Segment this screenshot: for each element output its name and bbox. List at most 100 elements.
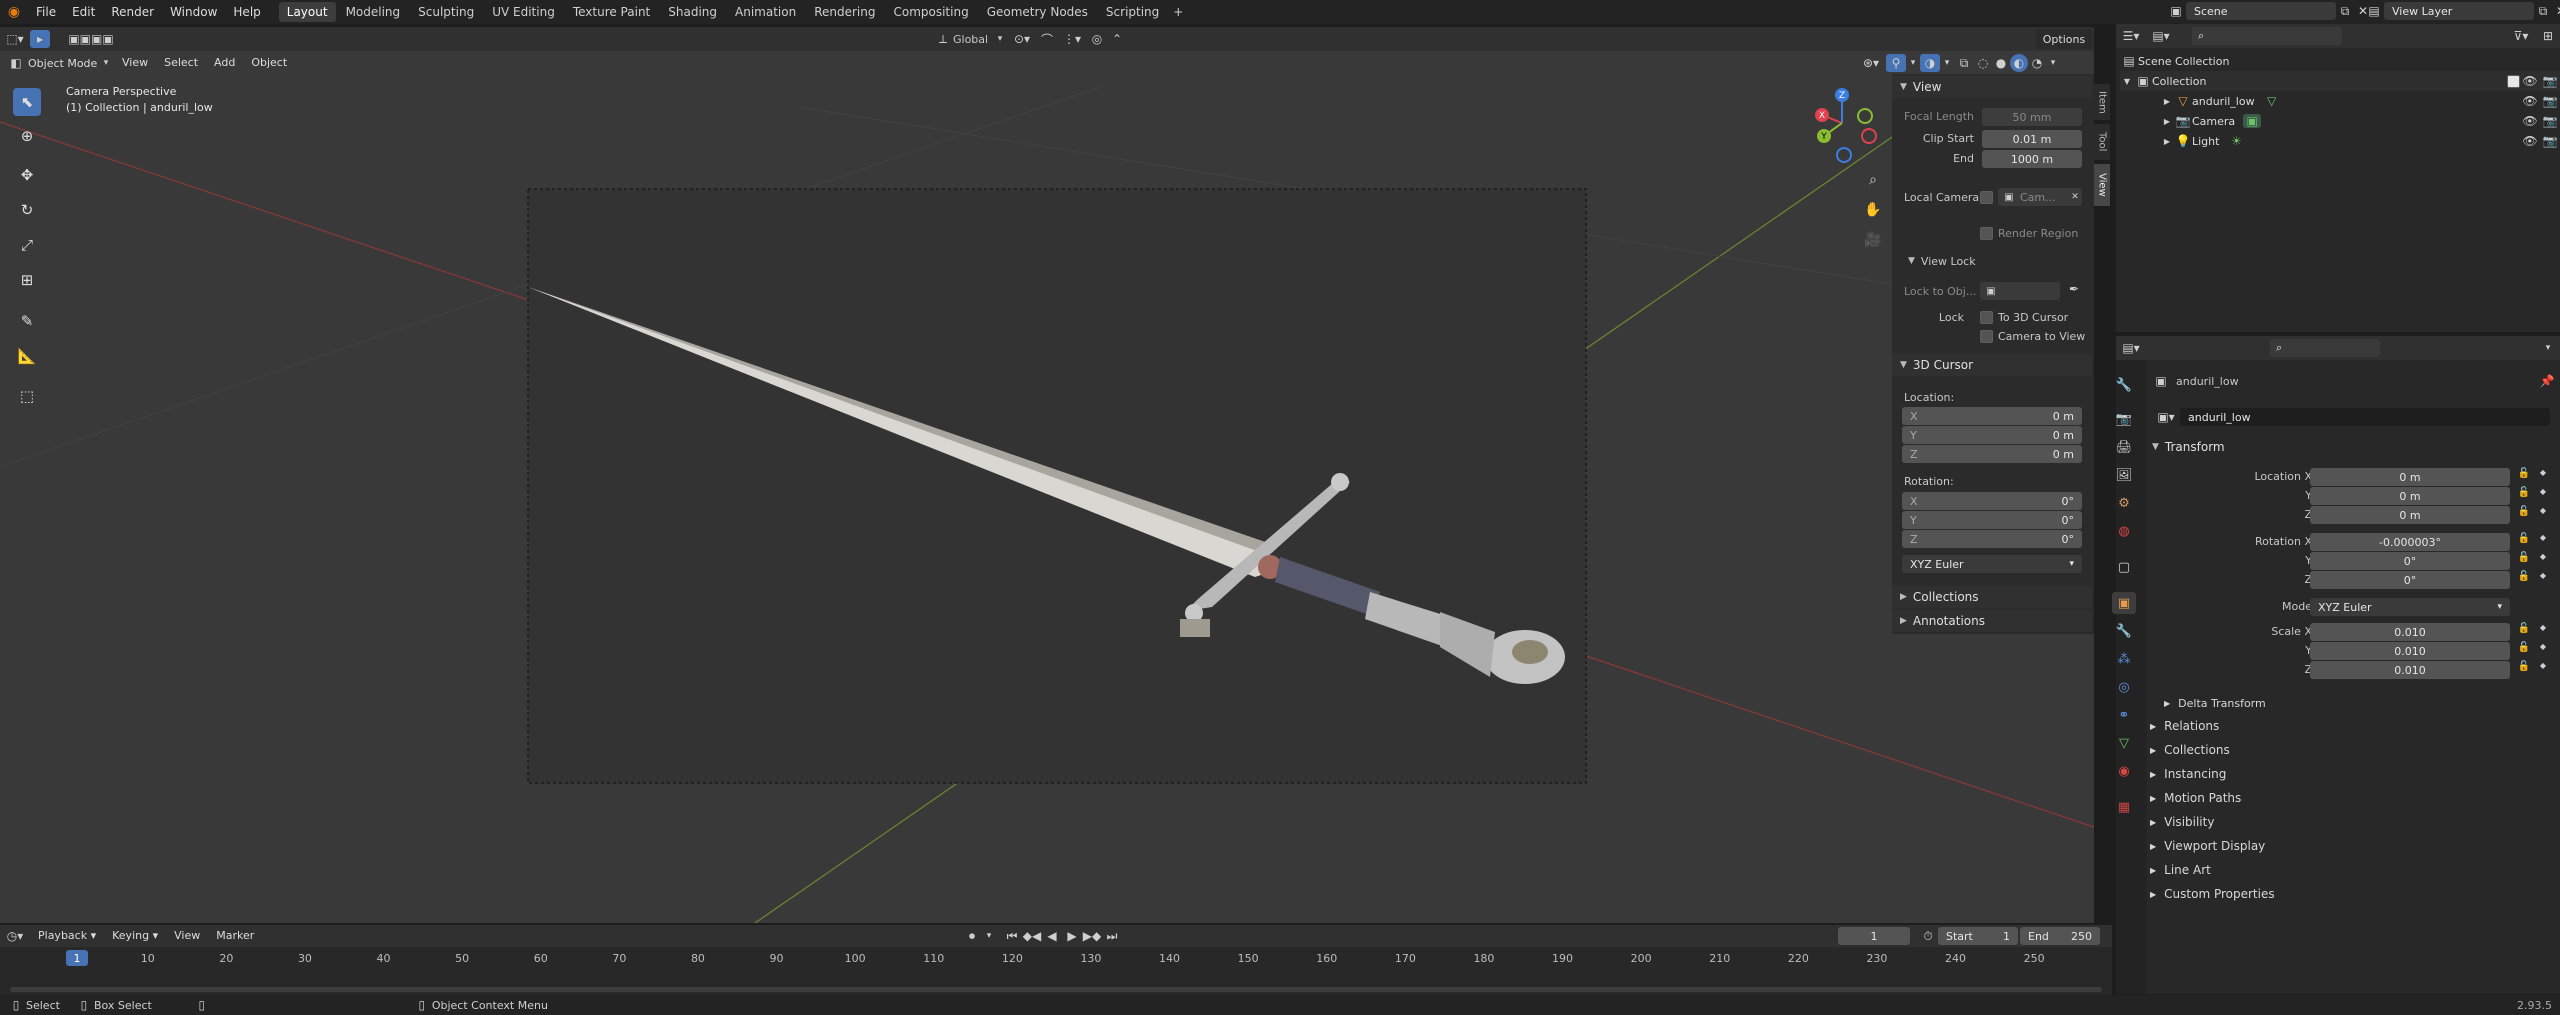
menu-window[interactable]: Window bbox=[162, 0, 225, 24]
overlay-toggle-icon[interactable]: ◑ bbox=[1920, 54, 1940, 72]
timeline-menu-marker[interactable]: Marker bbox=[208, 925, 262, 947]
play-reverse-icon[interactable]: ◀ bbox=[1042, 929, 1062, 943]
object-properties-tab-icon[interactable]: ▣ bbox=[2112, 592, 2136, 614]
record-icon[interactable]: ⏺ bbox=[962, 929, 982, 944]
lock-icon[interactable]: 🔓 bbox=[2516, 552, 2532, 563]
view-panel-header[interactable]: ▼ View bbox=[1892, 76, 2092, 98]
tab-shading[interactable]: Shading bbox=[660, 2, 725, 22]
line-art-section-header[interactable]: ▶ Line Art bbox=[2150, 859, 2211, 881]
eye-icon[interactable]: 👁 bbox=[2520, 114, 2540, 128]
wireframe-shading-icon[interactable]: ◌ bbox=[1974, 56, 1992, 70]
scale-x-field[interactable]: 0.010 bbox=[2310, 623, 2510, 641]
object-browse-icon[interactable]: ▣▾ bbox=[2152, 410, 2180, 424]
new-collection-icon[interactable]: ⊞ bbox=[2536, 29, 2560, 43]
add-cube-tool-icon[interactable]: ⬚ bbox=[13, 382, 41, 410]
tab-layout[interactable]: Layout bbox=[278, 2, 336, 22]
menu-edit[interactable]: Edit bbox=[64, 0, 103, 24]
camera-render-icon[interactable]: 📷 bbox=[2540, 134, 2560, 148]
scene-properties-tab-icon[interactable]: ⚙ bbox=[2112, 492, 2136, 514]
view-lock-header[interactable]: ▼ View Lock bbox=[1900, 250, 2090, 272]
falloff-icon[interactable]: ⌃ bbox=[1107, 32, 1127, 46]
eye-icon[interactable]: 👁 bbox=[2520, 134, 2540, 148]
outliner-scene-collection[interactable]: ▤ Scene Collection bbox=[2120, 51, 2229, 71]
add-workspace-icon[interactable]: + bbox=[1169, 5, 1187, 19]
modifier-properties-tab-icon[interactable]: 🔧 bbox=[2112, 620, 2136, 642]
viewport-display-section-header[interactable]: ▶ Viewport Display bbox=[2150, 835, 2265, 857]
clip-start-field[interactable]: 0.01 m bbox=[1982, 130, 2082, 148]
annotate-tool-icon[interactable]: ✎ bbox=[13, 307, 41, 335]
navigation-gizmo[interactable]: Z X Y bbox=[1802, 83, 1882, 163]
transform-orientation-dropdown[interactable]: Global bbox=[953, 33, 993, 46]
blender-logo-icon[interactable]: ◉ bbox=[0, 4, 28, 20]
outliner-item-anduril-low[interactable]: ▶ ▽ anduril_low ▽ 👁 📷 bbox=[2160, 91, 2560, 111]
options-dropdown[interactable]: Options bbox=[2036, 29, 2092, 49]
tweak-tool-icon[interactable]: ⬉ bbox=[13, 88, 41, 116]
lock-to-object-field[interactable]: ▣ bbox=[1980, 282, 2060, 300]
prev-keyframe-icon[interactable]: ◆◀ bbox=[1022, 929, 1042, 943]
sidebar-tab-view[interactable]: View bbox=[2094, 164, 2110, 206]
lock-icon[interactable]: 🔓 bbox=[2516, 468, 2532, 479]
end-frame-field[interactable]: End 250 bbox=[2020, 927, 2100, 945]
jump-end-icon[interactable]: ⏭ bbox=[1102, 929, 1122, 944]
pin-icon[interactable]: 📌 bbox=[2538, 374, 2556, 388]
focal-length-field[interactable]: 50 mm bbox=[1982, 108, 2082, 126]
xray-icon[interactable]: ⧉ bbox=[1954, 56, 1974, 71]
gizmo-dropdown-icon[interactable]: ▾ bbox=[1906, 58, 1920, 68]
eye-icon[interactable]: 👁 bbox=[2520, 74, 2540, 88]
lock-icon[interactable]: 🔓 bbox=[2516, 487, 2532, 498]
current-frame-field[interactable]: 1 bbox=[1838, 927, 1910, 945]
tab-rendering[interactable]: Rendering bbox=[806, 2, 883, 22]
view-layer-copy-icon[interactable]: ⧉ bbox=[2534, 4, 2552, 19]
menu-file[interactable]: File bbox=[28, 0, 64, 24]
start-frame-field[interactable]: Start 1 bbox=[1938, 927, 2018, 945]
select-tool-icon[interactable]: ▸ bbox=[30, 30, 50, 48]
local-camera-checkbox[interactable] bbox=[1980, 191, 1993, 204]
custom-properties-section-header[interactable]: ▶ Custom Properties bbox=[2150, 883, 2275, 905]
keyframe-dot-icon[interactable]: ◆ bbox=[2536, 468, 2550, 477]
camera-to-view-checkbox[interactable] bbox=[1980, 330, 1993, 343]
lock-icon[interactable]: 🔓 bbox=[2516, 506, 2532, 517]
proportional-edit-icon[interactable]: ◎ bbox=[1087, 32, 1107, 46]
eyedropper-icon[interactable]: ✒ bbox=[2066, 282, 2082, 296]
chevron-down-icon[interactable]: ▾ bbox=[2536, 343, 2560, 353]
menu-render[interactable]: Render bbox=[103, 0, 162, 24]
timeline-scrollbar[interactable] bbox=[10, 987, 2102, 992]
delta-transform-header[interactable]: ▶ Delta Transform bbox=[2164, 692, 2266, 714]
lock-icon[interactable]: 🔓 bbox=[2516, 533, 2532, 544]
rotate-tool-icon[interactable]: ↻ bbox=[13, 196, 41, 224]
timeline-menu-view[interactable]: View bbox=[166, 925, 208, 947]
cursor-location-x-field[interactable]: X 0 m bbox=[1902, 407, 2082, 425]
clip-end-field[interactable]: 1000 m bbox=[1982, 150, 2082, 168]
location-z-field[interactable]: 0 m bbox=[2310, 506, 2510, 524]
play-icon[interactable]: ▶ bbox=[1062, 929, 1082, 943]
location-y-field[interactable]: 0 m bbox=[2310, 487, 2510, 505]
keying-dropdown-icon[interactable]: ▾ bbox=[982, 931, 996, 941]
tab-modeling[interactable]: Modeling bbox=[338, 2, 409, 22]
measure-tool-icon[interactable]: 📐 bbox=[13, 342, 41, 370]
pivot-point-icon[interactable]: ⊙▾ bbox=[1007, 32, 1037, 46]
transform-panel-header[interactable]: ▼ Transform bbox=[2148, 436, 2556, 458]
scene-copy-icon[interactable]: ⧉ bbox=[2336, 4, 2354, 19]
view-layer-close-icon[interactable]: ✕ bbox=[2552, 4, 2560, 18]
view-layer-icon[interactable]: ▤ bbox=[2364, 4, 2384, 18]
lock-icon[interactable]: 🔓 bbox=[2516, 661, 2532, 672]
zoom-icon[interactable]: ⌕ bbox=[1862, 169, 1884, 191]
scene-name-field[interactable]: Scene bbox=[2186, 2, 2336, 20]
annotations-panel-header[interactable]: ▶ Annotations bbox=[1892, 610, 2092, 632]
cursor-location-z-field[interactable]: Z 0 m bbox=[1902, 445, 2082, 463]
particles-properties-tab-icon[interactable]: ⁂ bbox=[2112, 648, 2136, 670]
cursor-tool-icon[interactable]: ⊕ bbox=[13, 122, 41, 150]
texture-properties-tab-icon[interactable]: ▦ bbox=[2112, 796, 2136, 818]
tab-animation[interactable]: Animation bbox=[727, 2, 804, 22]
camera-render-icon[interactable]: 📷 bbox=[2540, 74, 2560, 88]
tab-texture-paint[interactable]: Texture Paint bbox=[565, 2, 658, 22]
editor-type-icon[interactable]: ☰▾ bbox=[2116, 29, 2146, 43]
scale-y-field[interactable]: 0.010 bbox=[2310, 642, 2510, 660]
rotation-x-field[interactable]: -0.000003° bbox=[2310, 533, 2510, 551]
lock-icon[interactable]: 🔓 bbox=[2516, 642, 2532, 653]
collapse-arrow-icon[interactable]: ▶ bbox=[2160, 117, 2174, 126]
visibility-section-header[interactable]: ▶ Visibility bbox=[2150, 811, 2214, 833]
keyframe-dot-icon[interactable]: ◆ bbox=[2536, 661, 2550, 670]
lock-to-3d-cursor-checkbox[interactable] bbox=[1980, 311, 1993, 324]
view-layer-field[interactable]: View Layer bbox=[2384, 2, 2534, 20]
